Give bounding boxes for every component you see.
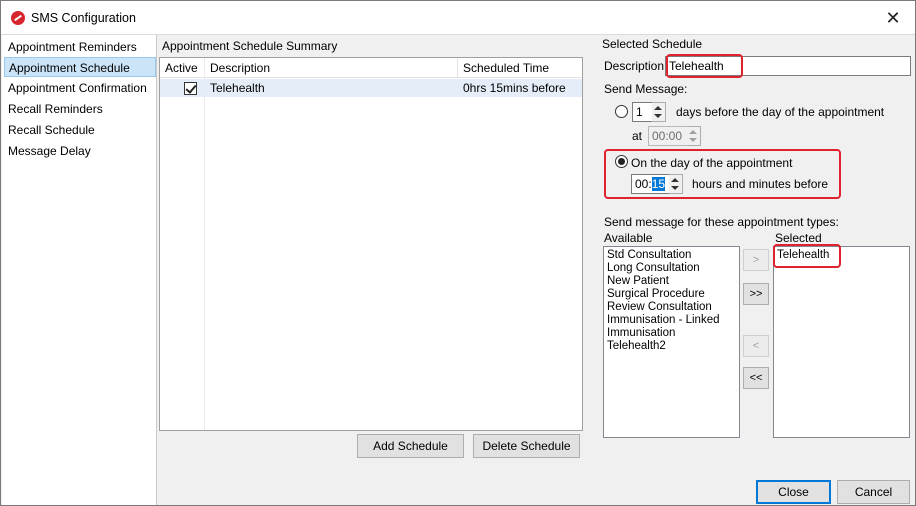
spin-down-icon[interactable] <box>654 114 662 118</box>
days-before-radio[interactable] <box>615 105 628 118</box>
list-item[interactable]: New Patient <box>607 275 736 288</box>
description-label: Description <box>604 59 665 73</box>
app-logo-icon <box>11 11 25 25</box>
column-divider <box>204 58 205 430</box>
table-row[interactable]: Telehealth 0hrs 15mins before <box>160 79 582 97</box>
sms-configuration-dialog: SMS Configuration ✕ Appointment Reminder… <box>0 0 916 506</box>
days-before-suffix: days before the day of the appointment <box>676 105 885 119</box>
list-item[interactable]: Long Consultation <box>607 262 736 275</box>
highlight-box <box>666 54 743 78</box>
list-item[interactable]: Std Consultation <box>607 249 736 262</box>
nav-item-appointment-schedule[interactable]: Appointment Schedule <box>4 57 156 77</box>
window-title: SMS Configuration <box>31 11 136 25</box>
highlight-box <box>604 149 841 199</box>
column-header-scheduled-time[interactable]: Scheduled Time <box>458 58 582 78</box>
title-bar: SMS Configuration ✕ <box>1 1 915 35</box>
nav-item-recall-schedule[interactable]: Recall Schedule <box>4 120 156 140</box>
days-before-spinner[interactable] <box>652 102 666 122</box>
cancel-button[interactable]: Cancel <box>837 480 910 504</box>
highlight-box <box>773 244 841 268</box>
row-scheduled-time: 0hrs 15mins before <box>463 81 566 95</box>
add-all-button[interactable]: >> <box>743 283 769 305</box>
schedule-summary-grid[interactable]: Active Description Scheduled Time Telehe… <box>159 57 583 431</box>
at-time-input[interactable]: 00:00 <box>648 126 688 146</box>
list-item[interactable]: Immunisation - Linked <box>607 314 736 327</box>
add-schedule-button[interactable]: Add Schedule <box>357 434 464 458</box>
list-item[interactable]: Telehealth2 <box>607 340 736 353</box>
add-selected-button[interactable]: > <box>743 249 769 271</box>
settings-nav: Appointment Reminders Appointment Schedu… <box>2 35 157 505</box>
nav-item-message-delay[interactable]: Message Delay <box>4 141 156 161</box>
summary-title: Appointment Schedule Summary <box>162 39 338 53</box>
list-item[interactable]: Surgical Procedure <box>607 288 736 301</box>
selected-schedule-title: Selected Schedule <box>602 37 703 51</box>
active-checkbox[interactable] <box>184 82 197 95</box>
spin-up-icon[interactable] <box>654 106 662 110</box>
spin-up-icon[interactable] <box>689 130 697 134</box>
list-item[interactable]: Immunisation <box>607 327 736 340</box>
spin-down-icon[interactable] <box>689 138 697 142</box>
nav-item-appointment-reminders[interactable]: Appointment Reminders <box>4 37 156 57</box>
remove-all-button[interactable]: << <box>743 367 769 389</box>
nav-item-recall-reminders[interactable]: Recall Reminders <box>4 99 156 119</box>
selected-types-list[interactable]: Telehealth <box>773 246 910 438</box>
row-description: Telehealth <box>210 81 265 95</box>
list-item[interactable]: Review Consultation <box>607 301 736 314</box>
selected-label: Selected <box>775 231 822 245</box>
close-button[interactable]: Close <box>756 480 831 504</box>
nav-item-appointment-confirmation[interactable]: Appointment Confirmation <box>4 78 156 98</box>
column-header-active[interactable]: Active <box>160 58 205 78</box>
column-header-description[interactable]: Description <box>205 58 458 78</box>
appointment-types-label: Send message for these appointment types… <box>604 215 839 229</box>
at-label: at <box>632 129 643 143</box>
send-message-label: Send Message: <box>604 82 688 96</box>
close-window-icon[interactable]: ✕ <box>881 6 905 30</box>
available-types-list[interactable]: Std Consultation Long Consultation New P… <box>603 246 740 438</box>
remove-selected-button[interactable]: < <box>743 335 769 357</box>
delete-schedule-button[interactable]: Delete Schedule <box>473 434 580 458</box>
available-label: Available <box>604 231 653 245</box>
at-time-spinner[interactable] <box>687 126 701 146</box>
